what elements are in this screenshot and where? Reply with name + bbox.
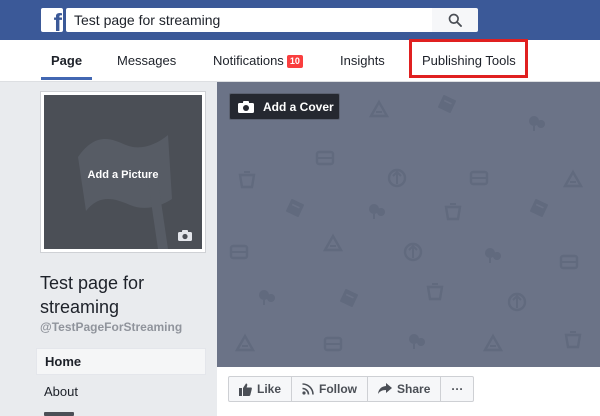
- search-icon: [448, 13, 462, 27]
- more-options-icon: ···: [451, 382, 464, 396]
- tab-page[interactable]: Page: [51, 53, 82, 68]
- active-tab-indicator: [41, 77, 92, 80]
- share-button[interactable]: Share: [368, 377, 442, 401]
- sidebar-item-about[interactable]: About: [36, 378, 206, 405]
- share-label: Share: [397, 382, 431, 396]
- tab-messages[interactable]: Messages: [117, 53, 176, 68]
- sidebar-item-partial[interactable]: [44, 412, 74, 416]
- page-title: Test page for streaming: [40, 273, 145, 317]
- page-action-buttons: Like Follow Share ···: [228, 376, 475, 402]
- top-bar: f Test page for streaming: [0, 0, 600, 40]
- like-button[interactable]: Like: [229, 377, 293, 401]
- cover-pattern: [229, 93, 583, 352]
- tab-notifications-label: Notifications: [213, 53, 284, 68]
- search-button[interactable]: [432, 8, 478, 32]
- sidebar-item-home[interactable]: Home: [36, 348, 206, 375]
- camera-icon: [238, 100, 254, 113]
- follow-label: Follow: [319, 382, 358, 396]
- tab-notifications[interactable]: Notifications 10: [213, 53, 303, 68]
- more-options-button[interactable]: ···: [441, 377, 473, 401]
- add-cover-button[interactable]: Add a Cover: [229, 93, 340, 120]
- thumbs-up-icon: [239, 383, 252, 396]
- page-username[interactable]: @TestPageForStreaming: [40, 320, 182, 334]
- add-cover-label: Add a Cover: [263, 99, 334, 114]
- follow-button[interactable]: Follow: [292, 377, 369, 401]
- add-picture-button[interactable]: Add a Picture: [44, 95, 202, 249]
- camera-icon: [178, 230, 192, 241]
- like-label: Like: [257, 382, 282, 396]
- cover-photo-area[interactable]: [217, 82, 600, 367]
- tab-insights[interactable]: Insights: [340, 53, 385, 68]
- rss-icon: [302, 383, 314, 395]
- publishing-tools-highlight: [409, 39, 528, 78]
- search-input[interactable]: Test page for streaming: [66, 8, 432, 32]
- notification-count-badge: 10: [286, 55, 303, 68]
- profile-picture-frame: Add a Picture: [40, 91, 206, 253]
- facebook-logo-icon[interactable]: f: [41, 8, 63, 32]
- share-arrow-icon: [378, 383, 393, 394]
- add-picture-label: Add a Picture: [87, 169, 159, 181]
